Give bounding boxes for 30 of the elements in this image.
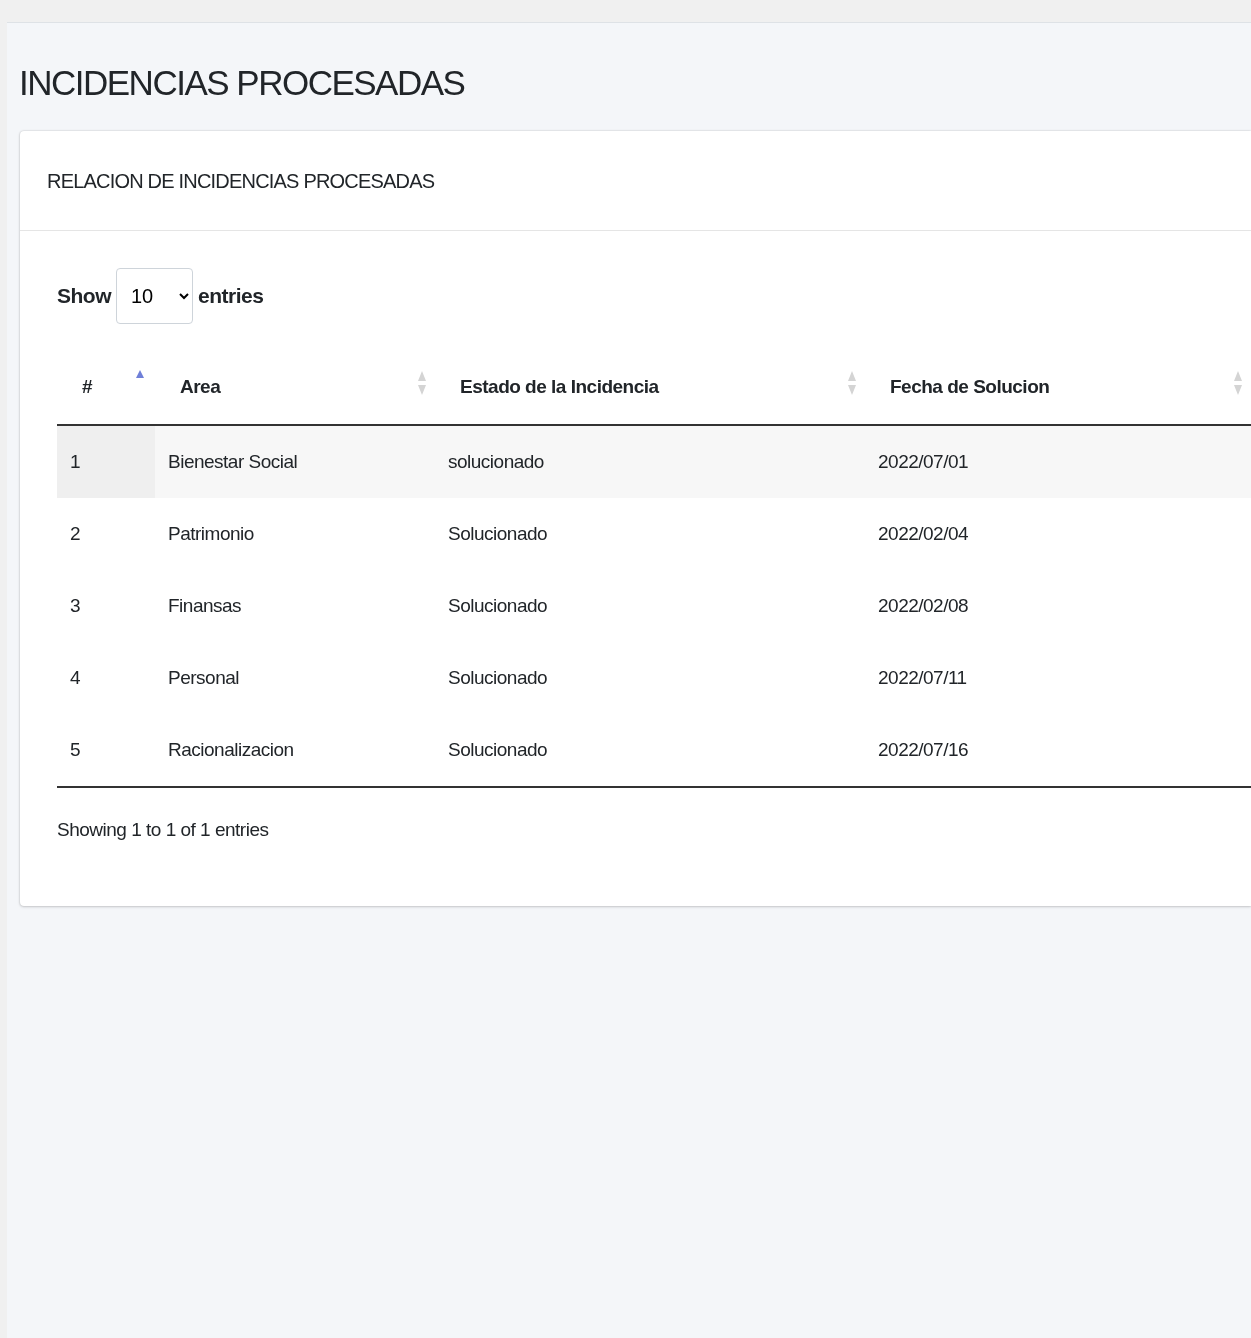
- show-label: Show: [57, 283, 111, 310]
- table-cell-text: Patrimonio: [167, 521, 255, 546]
- table-cell-text: solucionado: [447, 449, 545, 474]
- table-cell-text: Solucionado: [447, 665, 549, 690]
- column-header[interactable]: Area: [155, 359, 435, 424]
- column-header[interactable]: Fecha de Solucion: [865, 359, 1251, 424]
- column-header[interactable]: Estado de la Incidencia: [435, 359, 865, 424]
- table-cell-text: Personal: [167, 665, 240, 690]
- entries-select[interactable]: 10: [116, 268, 193, 324]
- table-cell-text: 5: [69, 737, 82, 762]
- table-cell: 1: [57, 426, 155, 498]
- entries-label: entries: [198, 283, 264, 310]
- table-cell-text: 2: [69, 521, 82, 546]
- table-cell-text: Solucionado: [447, 521, 549, 546]
- table-cell-text: 2022/07/16: [877, 737, 970, 762]
- table-cell-text: Solucionado: [447, 593, 549, 618]
- table-cell-text: Racionalizacion: [167, 737, 295, 762]
- table-cell-text: Solucionado: [447, 737, 549, 762]
- page-title: INCIDENCIAS PROCESADAS: [19, 62, 466, 104]
- table-cell-text: Finansas: [167, 593, 243, 618]
- table-cell-text: 2022/07/01: [877, 449, 970, 474]
- table-info: Showing 1 to 1 of 1 entries: [57, 819, 269, 840]
- table-cell-text: 4: [69, 665, 82, 690]
- table-cell-text: 2022/02/08: [877, 593, 970, 618]
- table-cell-text: 2022/07/11: [877, 665, 968, 690]
- table-cell-text: 3: [69, 593, 82, 618]
- table-cell-text: Bienestar Social: [167, 449, 299, 474]
- card-title: RELACION DE INCIDENCIAS PROCESADAS: [47, 168, 435, 194]
- table-cell-text: 2022/02/04: [877, 521, 970, 546]
- column-header[interactable]: #: [57, 359, 155, 424]
